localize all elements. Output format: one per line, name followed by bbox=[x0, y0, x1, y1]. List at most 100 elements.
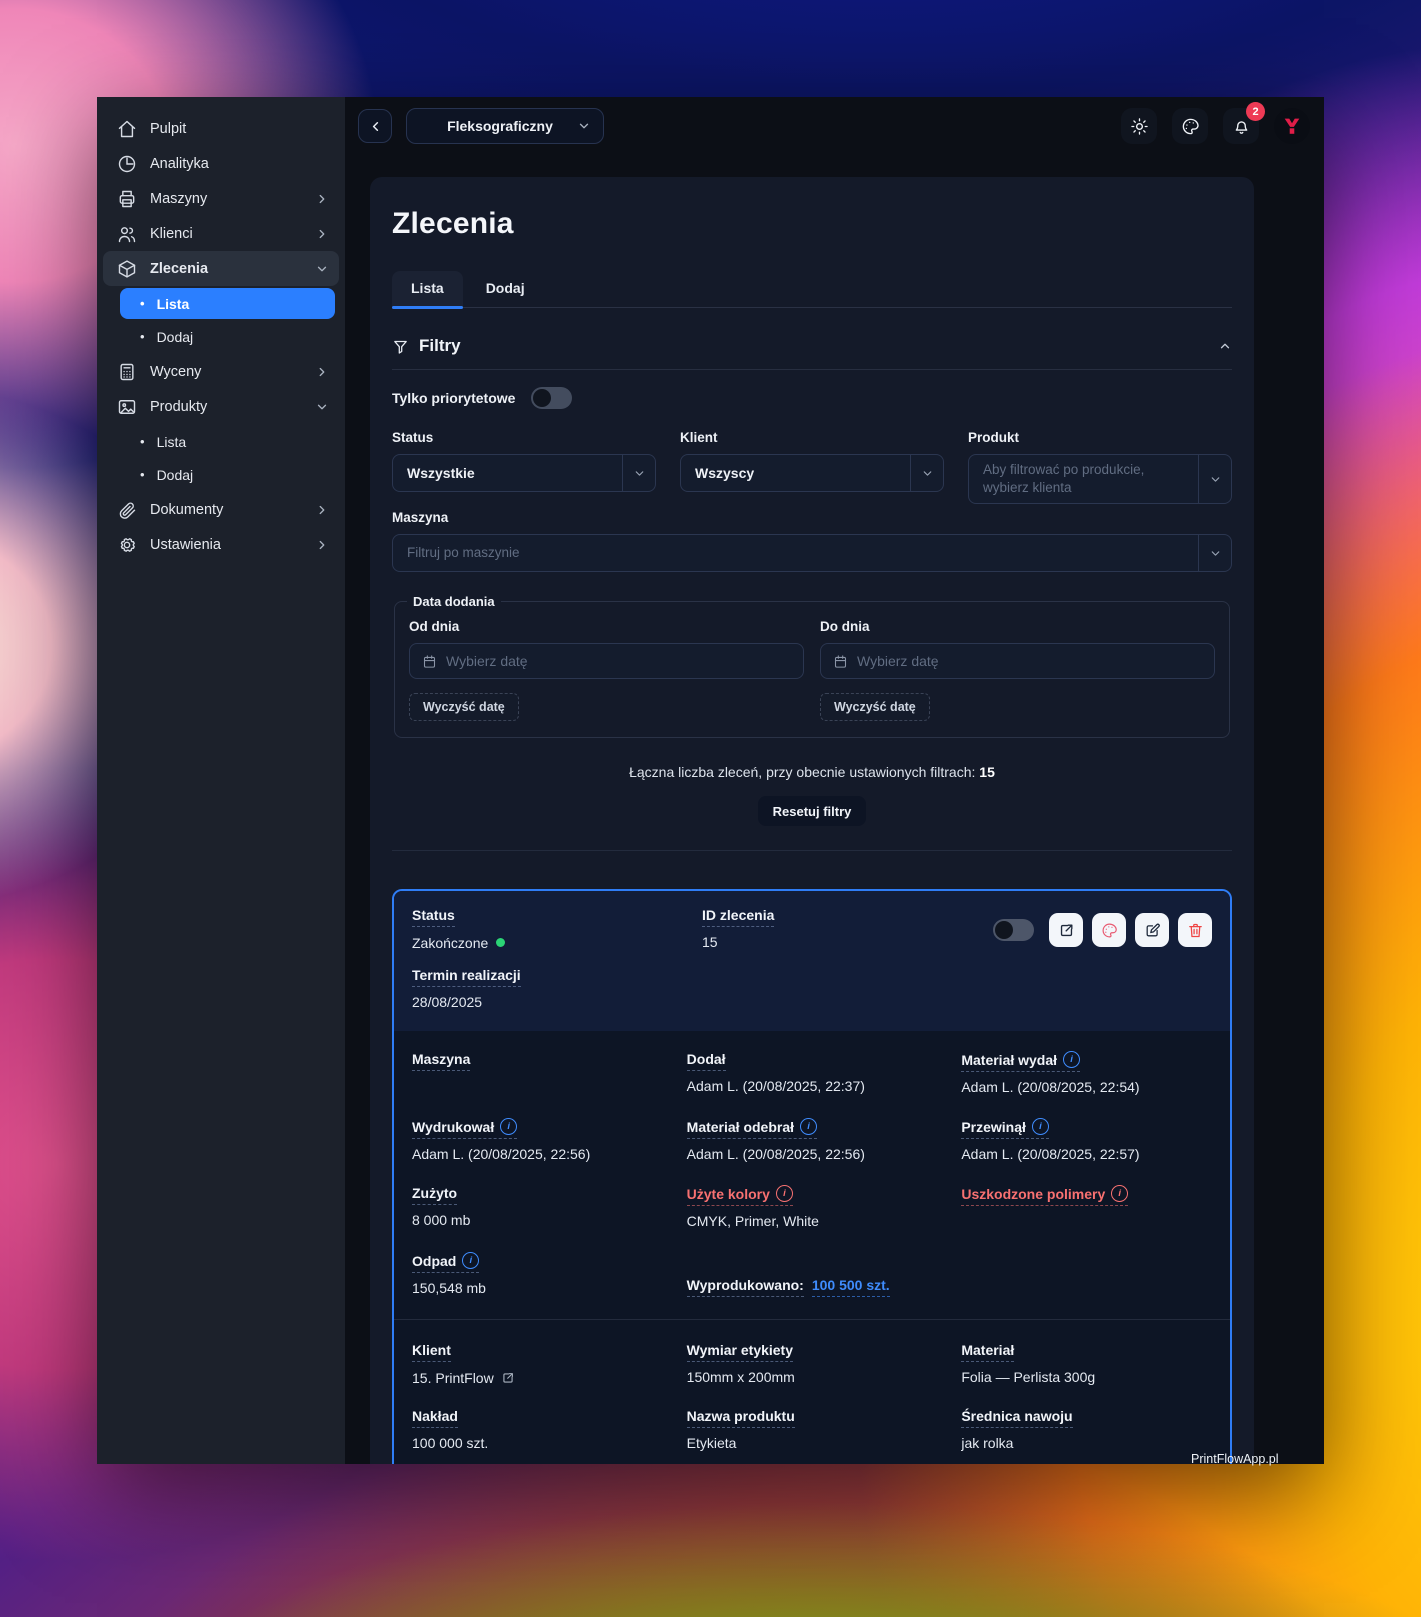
date-to-input[interactable]: Wybierz datę bbox=[820, 643, 1215, 679]
topbar-actions: 2 bbox=[1121, 108, 1310, 144]
date-to-placeholder: Wybierz datę bbox=[857, 652, 939, 671]
field-srednica-nawoju: Średnica nawoju jak rolka bbox=[961, 1408, 1212, 1452]
field-uszkodzone-polimery: Uszkodzone polimery bbox=[961, 1185, 1212, 1230]
external-link-icon bbox=[1058, 922, 1075, 939]
sidebar-item-label: Pulpit bbox=[150, 121, 186, 137]
field-zuzyto: Zużyto 8 000 mb bbox=[412, 1185, 663, 1229]
date-from-input[interactable]: Wybierz datę bbox=[409, 643, 804, 679]
field-label: Termin realizacji bbox=[412, 967, 521, 987]
field-value: 15. PrintFlow bbox=[412, 1369, 515, 1386]
sidebar-subitem-zlecenia-dodaj[interactable]: Dodaj bbox=[120, 321, 335, 352]
date-from-clear-button[interactable]: Wyczyść datę bbox=[409, 693, 519, 721]
sidebar-item-wyceny[interactable]: Wyceny bbox=[97, 354, 345, 389]
tab-dodaj[interactable]: Dodaj bbox=[467, 271, 544, 307]
tab-lista[interactable]: Lista bbox=[392, 271, 463, 307]
theme-brightness-button[interactable] bbox=[1121, 108, 1157, 144]
edit-order-button[interactable] bbox=[1135, 913, 1169, 947]
field-odpad: Odpad 150,548 mb bbox=[412, 1252, 663, 1297]
pie-chart-icon bbox=[117, 154, 137, 174]
sidebar-item-dokumenty[interactable]: Dokumenty bbox=[97, 492, 345, 527]
theme-palette-button[interactable] bbox=[1172, 108, 1208, 144]
field-label: Zużyto bbox=[412, 1185, 457, 1205]
sun-icon bbox=[1130, 117, 1149, 136]
brand-logo-icon bbox=[1281, 115, 1303, 137]
field-nazwa-produktu: Nazwa produktu Etykieta bbox=[687, 1408, 938, 1452]
filters-header[interactable]: Filtry bbox=[392, 336, 1232, 370]
sidebar-item-maszyny[interactable]: Maszyny bbox=[97, 181, 345, 216]
field-value: Adam L. (20/08/2025, 22:56) bbox=[412, 1146, 590, 1163]
field-label: Nazwa produktu bbox=[687, 1408, 795, 1428]
notifications-button[interactable]: 2 bbox=[1223, 108, 1259, 144]
edit-icon bbox=[1144, 922, 1161, 939]
produced-count-link[interactable]: 100 500 szt. bbox=[812, 1277, 890, 1297]
field-wyprodukowano: Wyprodukowano: 100 500 szt. bbox=[687, 1277, 938, 1297]
main-area: Zlecenia Lista Dodaj Filtry Tylko priory… bbox=[345, 155, 1324, 1464]
date-to-label: Do dnia bbox=[820, 619, 1215, 634]
status-filter-select[interactable]: Wszystkie bbox=[392, 454, 656, 492]
status-filter-value: Wszystkie bbox=[407, 465, 475, 481]
field-naklad: Nakład 100 000 szt. bbox=[412, 1408, 663, 1452]
info-icon[interactable] bbox=[1111, 1185, 1128, 1202]
order-colors-button[interactable] bbox=[1092, 913, 1126, 947]
info-icon[interactable] bbox=[462, 1252, 479, 1269]
klient-filter-select[interactable]: Wszyscy bbox=[680, 454, 944, 492]
reset-filters-button[interactable]: Resetuj filtry bbox=[758, 796, 867, 826]
sidebar-subitem-produkty-lista[interactable]: Lista bbox=[120, 426, 335, 457]
chevron-down-icon bbox=[1198, 535, 1231, 571]
order-toggle[interactable] bbox=[993, 919, 1034, 941]
open-order-button[interactable] bbox=[1049, 913, 1083, 947]
sidebar-item-zlecenia[interactable]: Zlecenia bbox=[103, 251, 339, 286]
maszyna-filter-label: Maszyna bbox=[392, 510, 1232, 525]
order-id-value: 15 bbox=[702, 934, 718, 951]
produced-label: Wyprodukowano: bbox=[687, 1277, 804, 1297]
topbar: Fleksograficzny 2 bbox=[345, 97, 1324, 155]
sidebar-subitem-label: Dodaj bbox=[157, 467, 194, 483]
produkt-filter-label: Produkt bbox=[968, 430, 1232, 445]
cube-icon bbox=[117, 259, 137, 279]
field-value: Adam L. (20/08/2025, 22:57) bbox=[961, 1146, 1139, 1163]
sidebar-item-produkty[interactable]: Produkty bbox=[97, 389, 345, 424]
sidebar-item-label: Klienci bbox=[150, 226, 193, 242]
sidebar-item-pulpit[interactable]: Pulpit bbox=[97, 111, 345, 146]
page-title: Zlecenia bbox=[392, 207, 1232, 241]
user-avatar[interactable] bbox=[1274, 108, 1310, 144]
field-label: Użyte kolory bbox=[687, 1185, 793, 1206]
priority-toggle[interactable] bbox=[531, 387, 572, 409]
calculator-icon bbox=[117, 362, 137, 382]
order-card-header: Status Zakończone ID zlecenia 15 bbox=[394, 891, 1230, 1031]
sidebar-item-analityka[interactable]: Analityka bbox=[97, 146, 345, 181]
info-icon[interactable] bbox=[1032, 1118, 1049, 1135]
sidebar-subitem-produkty-dodaj[interactable]: Dodaj bbox=[120, 459, 335, 490]
field-dodal: Dodał Adam L. (20/08/2025, 22:37) bbox=[687, 1051, 938, 1095]
notification-badge: 2 bbox=[1246, 102, 1265, 121]
sidebar-item-ustawienia[interactable]: Ustawienia bbox=[97, 527, 345, 562]
sidebar-item-label: Ustawienia bbox=[150, 537, 221, 553]
sidebar-item-klienci[interactable]: Klienci bbox=[97, 216, 345, 251]
maszyna-filter-select[interactable]: Filtruj po maszynie bbox=[392, 534, 1232, 572]
info-icon[interactable] bbox=[1063, 1051, 1080, 1068]
chevron-right-icon bbox=[315, 227, 329, 241]
sidebar-subitem-zlecenia-lista[interactable]: Lista bbox=[120, 288, 335, 319]
chevron-up-icon[interactable] bbox=[1218, 339, 1232, 353]
sidebar-item-label: Zlecenia bbox=[150, 261, 208, 277]
produkt-filter-placeholder: Aby filtrować po produkcie, wybierz klie… bbox=[983, 461, 1189, 497]
info-icon[interactable] bbox=[776, 1185, 793, 1202]
field-klient: Klient 15. PrintFlow bbox=[412, 1342, 663, 1386]
date-to-clear-button[interactable]: Wyczyść datę bbox=[820, 693, 930, 721]
info-icon[interactable] bbox=[500, 1118, 517, 1135]
date-from-column: Od dnia Wybierz datę Wyczyść datę bbox=[409, 613, 804, 721]
machine-selector-value: Fleksograficzny bbox=[423, 118, 577, 134]
back-button[interactable] bbox=[358, 109, 392, 143]
card-section-divider bbox=[394, 1319, 1230, 1320]
field-value: CMYK, Primer, White bbox=[687, 1213, 819, 1230]
users-icon bbox=[117, 224, 137, 244]
field-label: Maszyna bbox=[412, 1051, 470, 1071]
field-value: 100 000 szt. bbox=[412, 1435, 488, 1452]
external-link-icon[interactable] bbox=[501, 1371, 515, 1385]
machine-selector-dropdown[interactable]: Fleksograficzny bbox=[406, 108, 604, 144]
filter-status: Status Wszystkie bbox=[392, 424, 656, 492]
delete-order-button[interactable] bbox=[1178, 913, 1212, 947]
info-icon[interactable] bbox=[800, 1118, 817, 1135]
field-order-id: ID zlecenia 15 bbox=[702, 907, 774, 951]
produkt-filter-select[interactable]: Aby filtrować po produkcie, wybierz klie… bbox=[968, 454, 1232, 504]
